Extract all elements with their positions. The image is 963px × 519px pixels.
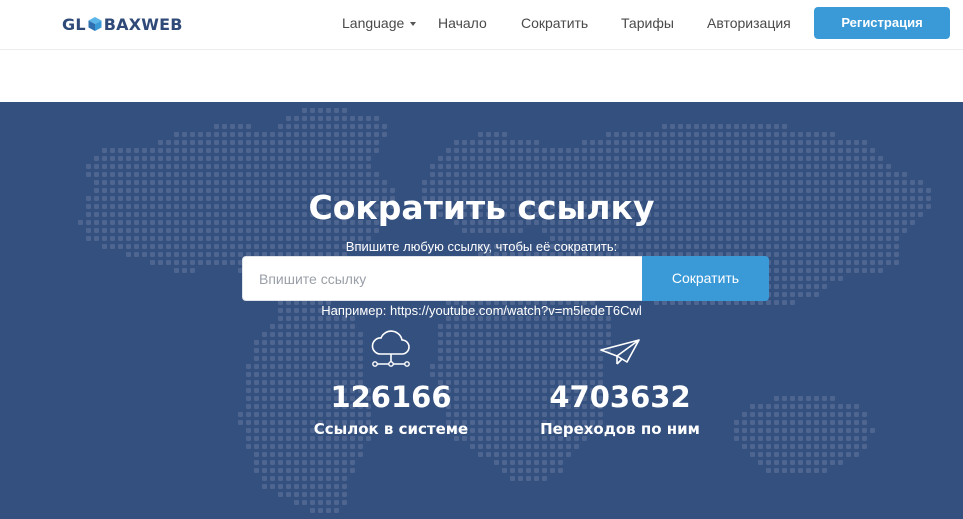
example-url-text: Например: https://youtube.com/watch?v=m5… (321, 303, 642, 318)
logo-cube-icon (88, 17, 102, 31)
hero-subtitle: Впишите любую ссылку, чтобы её сократить… (345, 239, 618, 254)
nav-home-link[interactable]: Начало (438, 15, 487, 31)
cloud-network-icon (371, 330, 410, 367)
nav-pricing-link[interactable]: Тарифы (621, 15, 674, 31)
hero-title: Сократить ссылку (308, 188, 655, 227)
language-dropdown[interactable]: Language (342, 15, 417, 31)
stat-clicks: 4703632 Переходов по ним (520, 330, 720, 438)
stat-clicks-value: 4703632 (549, 380, 691, 414)
logo-text-left: GL (62, 14, 86, 34)
top-navbar: GL BAXWEB Language Начало Сократить Тари… (0, 0, 963, 50)
language-label: Language (342, 15, 405, 31)
paper-plane-icon (600, 339, 640, 365)
register-button[interactable]: Регистрация (814, 7, 950, 39)
caret-down-icon (410, 22, 417, 27)
logo[interactable]: GL BAXWEB (62, 13, 183, 35)
stat-links-label: Ссылок в системе (313, 420, 469, 438)
stat-links-value: 126166 (330, 380, 452, 414)
shorten-button[interactable]: Сократить (642, 256, 769, 301)
logo-text-right: BAXWEB (103, 14, 183, 34)
nav-login-link[interactable]: Авторизация (707, 15, 791, 31)
stat-links: 126166 Ссылок в системе (291, 330, 491, 438)
hero-section: Сократить ссылку Впишите любую ссылку, ч… (0, 102, 963, 519)
url-input[interactable] (242, 256, 642, 301)
nav-shorten-link[interactable]: Сократить (521, 15, 588, 31)
stat-clicks-label: Переходов по ним (540, 420, 700, 438)
